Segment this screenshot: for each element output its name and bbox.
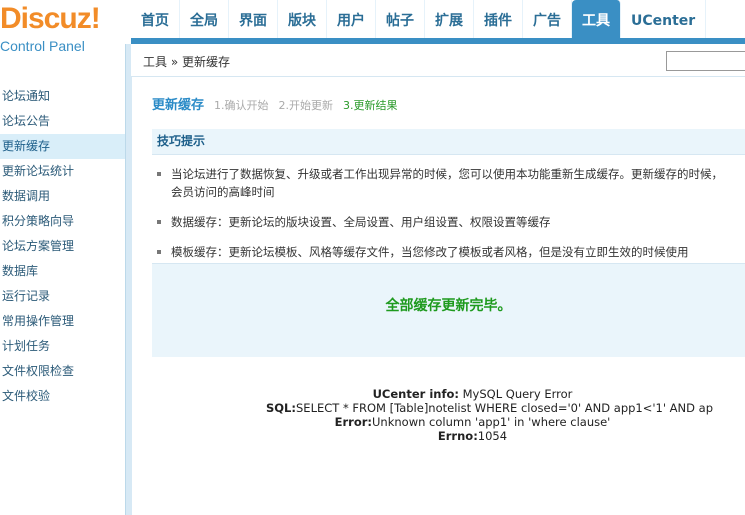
error-output: UCenter info: MySQL Query Error SQL:SELE… [200, 387, 745, 443]
top-nav: 首页 全局 界面 版块 用户 帖子 扩展 插件 广告 工具 UCenter [131, 0, 707, 40]
bullet-icon [157, 172, 161, 176]
nav-ads[interactable]: 广告 [523, 0, 572, 40]
bullet-icon [157, 250, 161, 254]
nav-posts[interactable]: 帖子 [376, 0, 425, 40]
search-input[interactable] [666, 51, 745, 71]
error-message-line: Error:Unknown column 'app1' in 'where cl… [334, 415, 611, 429]
discuz-logo[interactable]: Discuz! Control Panel [0, 2, 130, 54]
header: Discuz! Control Panel 首页 全局 界面 版块 用户 帖子 … [0, 0, 745, 54]
tips-list: 当论坛进行了数据恢复、升级或者工作出现异常的时候，您可以使用本功能重新生成缓存。… [152, 165, 745, 261]
logo-subtitle: Control Panel [0, 38, 85, 54]
error-info-line: UCenter info: MySQL Query Error [372, 387, 573, 401]
tip-item: 当论坛进行了数据恢复、升级或者工作出现异常的时候，您可以使用本功能重新生成缓存。… [152, 165, 745, 201]
nav-home[interactable]: 首页 [131, 0, 180, 40]
sidebar: 论坛通知 论坛公告 更新缓存 更新论坛统计 数据调用 积分策略向导 论坛方案管理… [0, 84, 125, 409]
sidebar-item-common-ops[interactable]: 常用操作管理 [0, 309, 125, 334]
nav-plugins[interactable]: 插件 [474, 0, 523, 40]
sidebar-item-credit-wizard[interactable]: 积分策略向导 [0, 209, 125, 234]
sidebar-item-update-cache[interactable]: 更新缓存 [0, 134, 125, 159]
error-sql-line: SQL:SELECT * FROM [Table]notelist WHERE … [266, 401, 714, 415]
breadcrumb-bar: 工具 » 更新缓存 [131, 44, 745, 77]
nav-extend[interactable]: 扩展 [425, 0, 474, 40]
sidebar-item-file-permissions[interactable]: 文件权限检查 [0, 359, 125, 384]
logo-brand: Discuz! [0, 2, 101, 35]
nav-tools[interactable]: 工具 [572, 0, 621, 40]
sidebar-item-run-log[interactable]: 运行记录 [0, 284, 125, 309]
sidebar-item-scheduled-tasks[interactable]: 计划任务 [0, 334, 125, 359]
result-panel: 全部缓存更新完毕。 [152, 263, 745, 357]
result-message: 全部缓存更新完毕。 [385, 298, 512, 314]
tip-item: 数据缓存：更新论坛的版块设置、全局设置、用户组设置、权限设置等缓存 [152, 213, 745, 231]
nav-interface[interactable]: 界面 [229, 0, 278, 40]
step-updating: 2.开始更新 [278, 99, 334, 112]
tips-heading: 技巧提示 [152, 129, 745, 155]
tip-item: 模板缓存：更新论坛模板、风格等缓存文件，当您修改了模板或者风格，但是没有立即生效… [152, 243, 745, 261]
sidebar-item-announcement-notice[interactable]: 论坛通知 [0, 84, 125, 109]
step-confirm: 1.确认开始 [214, 99, 269, 112]
sidebar-item-forum-scheme[interactable]: 论坛方案管理 [0, 234, 125, 259]
sidebar-splitter[interactable] [125, 44, 132, 515]
error-errno-line: Errno:1054 [437, 429, 508, 443]
sidebar-item-update-stats[interactable]: 更新论坛统计 [0, 159, 125, 184]
progress-steps: 更新缓存 1.确认开始 2.开始更新 3.更新结果 [152, 94, 408, 113]
bullet-icon [157, 220, 161, 224]
sidebar-item-data-call[interactable]: 数据调用 [0, 184, 125, 209]
sidebar-item-database[interactable]: 数据库 [0, 259, 125, 284]
step-result: 3.更新结果 [343, 99, 398, 112]
nav-global[interactable]: 全局 [180, 0, 229, 40]
sidebar-item-file-verify[interactable]: 文件校验 [0, 384, 125, 409]
nav-ucenter[interactable]: UCenter [621, 0, 707, 40]
tips-panel: 技巧提示 当论坛进行了数据恢复、升级或者工作出现异常的时候，您可以使用本功能重新… [152, 129, 745, 261]
sidebar-item-announcements[interactable]: 论坛公告 [0, 109, 125, 134]
breadcrumb: 工具 » 更新缓存 [143, 55, 230, 69]
nav-users[interactable]: 用户 [327, 0, 376, 40]
page-title: 更新缓存 [152, 98, 205, 113]
nav-forums[interactable]: 版块 [278, 0, 327, 40]
